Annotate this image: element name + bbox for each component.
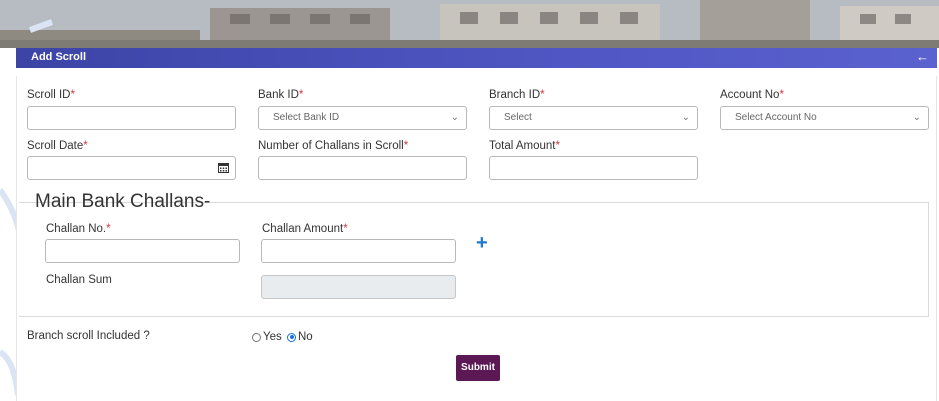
add-challan-plus-icon[interactable]: +: [476, 232, 488, 255]
radio-no[interactable]: No: [287, 331, 313, 343]
chevron-down-icon: ⌄: [450, 112, 459, 123]
challan-sum-input: [261, 275, 456, 299]
page: Add Scroll ← Scroll ID* Bank ID* Select …: [0, 0, 939, 401]
chevron-down-icon: ⌄: [912, 112, 921, 123]
bank-id-placeholder: Select Bank ID: [273, 112, 340, 123]
num-challans-label: Number of Challans in Scroll*: [258, 140, 409, 152]
form-title: Add Scroll: [31, 51, 87, 63]
challans-section-title: Main Bank Challans-: [35, 191, 211, 212]
radio-yes-circle[interactable]: [252, 332, 261, 342]
total-amount-input[interactable]: [489, 156, 698, 180]
form-title-bar: Add Scroll ←: [16, 48, 937, 68]
calendar-icon[interactable]: [218, 162, 229, 173]
account-no-placeholder: Select Account No: [735, 112, 817, 123]
bank-id-label: Bank ID*: [258, 89, 304, 101]
branch-scroll-label: Branch scroll Included ?: [27, 330, 150, 342]
scroll-id-label: Scroll ID*: [27, 89, 75, 101]
radio-no-label: No: [298, 331, 313, 343]
scroll-date-label: Scroll Date*: [27, 140, 88, 152]
scroll-id-input[interactable]: [27, 106, 236, 130]
radio-yes-label: Yes: [263, 331, 282, 343]
challan-no-input[interactable]: [45, 239, 240, 263]
num-challans-input[interactable]: [258, 156, 467, 180]
branch-id-select[interactable]: Select ⌄: [489, 106, 698, 130]
account-no-label: Account No*: [720, 89, 784, 101]
header-banner-image: [0, 0, 939, 48]
branch-id-label: Branch ID*: [489, 89, 545, 101]
back-arrow-icon[interactable]: ←: [916, 49, 929, 64]
challan-no-label: Challan No.*: [46, 223, 111, 235]
challan-sum-label: Challan Sum: [46, 274, 112, 286]
total-amount-label: Total Amount*: [489, 140, 560, 152]
chevron-down-icon: ⌄: [681, 112, 690, 123]
scroll-date-input[interactable]: [27, 156, 236, 180]
submit-button[interactable]: Submit: [456, 355, 500, 381]
radio-yes[interactable]: Yes: [252, 331, 282, 343]
challan-amount-input[interactable]: [261, 239, 456, 263]
bank-id-select[interactable]: Select Bank ID ⌄: [258, 106, 467, 130]
account-no-select[interactable]: Select Account No ⌄: [720, 106, 929, 130]
building-photo: [0, 0, 939, 48]
radio-no-circle[interactable]: [287, 332, 296, 342]
branch-id-placeholder: Select: [504, 112, 532, 123]
challan-amount-label: Challan Amount*: [262, 223, 348, 235]
